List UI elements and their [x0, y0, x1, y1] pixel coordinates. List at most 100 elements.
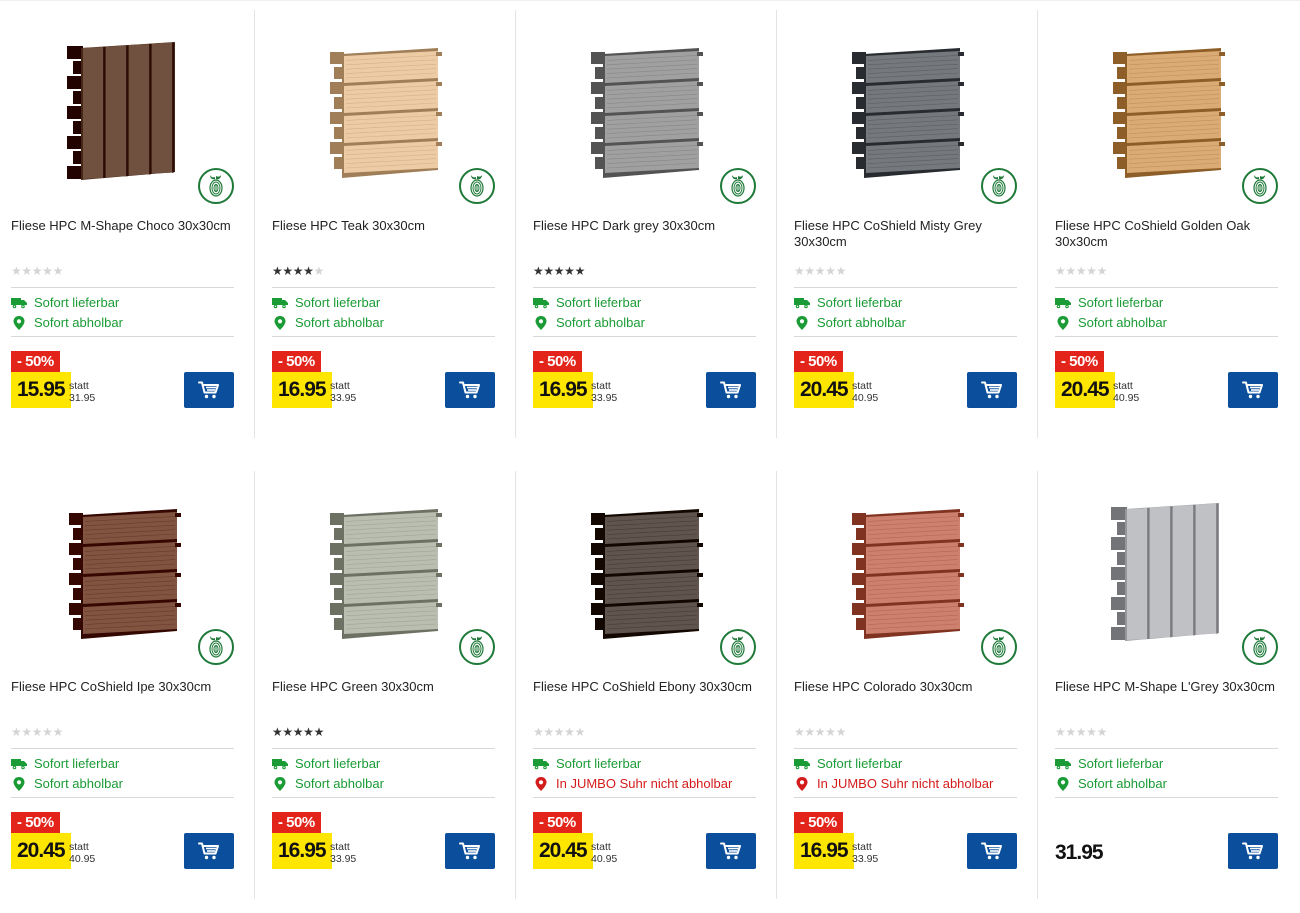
delivery-text: Sofort lieferbar: [817, 295, 903, 310]
sale-price: 16.95: [272, 833, 332, 869]
product-card[interactable]: Fliese HPC CoShield Ebony 30x30cm ★★★★★ So…: [533, 461, 756, 881]
star-icon: ★: [814, 725, 826, 739]
product-title[interactable]: Fliese HPC M-Shape Choco 30x30cm: [11, 218, 234, 234]
star-icon: ★: [1075, 725, 1087, 739]
old-price-block: statt 33.95: [330, 380, 356, 404]
sale-price: 16.95: [533, 372, 593, 408]
star-icon: ★: [1096, 725, 1108, 739]
sale-price: 15.95: [11, 372, 71, 408]
product-title[interactable]: Fliese HPC CoShield Ebony 30x30cm: [533, 679, 756, 695]
truck-icon: [272, 296, 288, 310]
add-to-cart-button[interactable]: [184, 833, 234, 869]
statt-label: statt: [330, 380, 350, 392]
truck-icon: [11, 757, 27, 771]
map-pin-icon: [272, 316, 288, 330]
product-title[interactable]: Fliese HPC CoShield Golden Oak 30x30cm: [1055, 218, 1278, 250]
old-price-block: statt 40.95: [1113, 380, 1139, 404]
product-title[interactable]: Fliese HPC Teak 30x30cm: [272, 218, 495, 234]
delivery-text: Sofort lieferbar: [34, 756, 120, 771]
eco-badge-icon: [198, 168, 234, 204]
product-card[interactable]: Fliese HPC CoShield Ipe 30x30cm ★★★★★ Sofo…: [11, 461, 234, 881]
rating-stars: ★★★★★: [794, 726, 846, 738]
divider: [533, 287, 756, 288]
sale-price: 20.45: [1055, 372, 1115, 408]
add-to-cart-button[interactable]: [184, 372, 234, 408]
add-to-cart-button[interactable]: [1228, 372, 1278, 408]
delivery-status: Sofort lieferbar: [11, 294, 234, 312]
old-price-block: statt 40.95: [852, 380, 878, 404]
old-price: 40.95: [852, 392, 879, 404]
add-to-cart-button[interactable]: [706, 833, 756, 869]
statt-label: statt: [852, 841, 872, 853]
truck-icon: [1055, 757, 1071, 771]
old-price: 40.95: [591, 853, 618, 865]
star-icon: ★: [292, 725, 304, 739]
shopping-cart-icon: [198, 842, 220, 860]
product-title[interactable]: Fliese HPC Colorado 30x30cm: [794, 679, 1017, 695]
star-icon: ★: [574, 264, 586, 278]
map-pin-icon: [11, 316, 27, 330]
pickup-text: Sofort abholbar: [1078, 776, 1167, 791]
star-icon: ★: [1086, 725, 1097, 739]
add-to-cart-button[interactable]: [967, 372, 1017, 408]
price: 31.95: [1055, 841, 1104, 864]
star-icon: ★: [303, 264, 314, 278]
delivery-status: Sofort lieferbar: [11, 755, 234, 773]
divider: [1055, 797, 1278, 798]
star-icon: ★: [42, 725, 53, 739]
truck-icon: [11, 296, 27, 310]
star-icon: ★: [282, 725, 294, 739]
pickup-text: Sofort abholbar: [34, 315, 123, 330]
product-title[interactable]: Fliese HPC Dark grey 30x30cm: [533, 218, 756, 234]
add-to-cart-button[interactable]: [1228, 833, 1278, 869]
product-title[interactable]: Fliese HPC CoShield Ipe 30x30cm: [11, 679, 234, 695]
divider: [794, 748, 1017, 749]
product-card[interactable]: Fliese HPC Colorado 30x30cm ★★★★★ Sofort l…: [794, 461, 1017, 881]
shopping-cart-icon: [720, 842, 742, 860]
star-icon: ★: [11, 725, 22, 739]
sale-price: 20.45: [11, 833, 71, 869]
delivery-text: Sofort lieferbar: [556, 756, 642, 771]
delivery-status: Sofort lieferbar: [533, 294, 756, 312]
delivery-text: Sofort lieferbar: [556, 295, 642, 310]
product-card[interactable]: Fliese HPC Teak 30x30cm ★★★★★ Sofort liefe…: [272, 0, 495, 420]
pickup-text: Sofort abholbar: [556, 315, 645, 330]
product-card[interactable]: Fliese HPC M-Shape Choco 30x30cm ★★★★★ Sof…: [11, 0, 234, 420]
old-price: 33.95: [591, 392, 618, 404]
divider: [11, 336, 234, 337]
product-title[interactable]: Fliese HPC M-Shape L'Grey 30x30cm: [1055, 679, 1278, 695]
star-icon: ★: [282, 264, 294, 278]
column-divider: [1037, 471, 1038, 899]
eco-badge-icon: [1242, 168, 1278, 204]
delivery-status: Sofort lieferbar: [1055, 755, 1278, 773]
statt-label: statt: [69, 841, 89, 853]
delivery-text: Sofort lieferbar: [34, 295, 120, 310]
add-to-cart-button[interactable]: [445, 372, 495, 408]
product-card[interactable]: Fliese HPC Green 30x30cm ★★★★★ Sofort lief…: [272, 461, 495, 881]
pickup-status: Sofort abholbar: [272, 314, 495, 332]
old-price-block: statt 31.95: [69, 380, 95, 404]
product-card[interactable]: Fliese HPC Dark grey 30x30cm ★★★★★ Sofort …: [533, 0, 756, 420]
column-divider: [776, 471, 777, 899]
product-card[interactable]: Fliese HPC CoShield Golden Oak 30x30cm ★★…: [1055, 0, 1278, 420]
delivery-status: Sofort lieferbar: [794, 294, 1017, 312]
divider: [533, 797, 756, 798]
product-title[interactable]: Fliese HPC CoShield Misty Grey 30x30cm: [794, 218, 1017, 250]
add-to-cart-button[interactable]: [445, 833, 495, 869]
column-divider: [254, 471, 255, 899]
pickup-text: Sofort abholbar: [295, 776, 384, 791]
product-card[interactable]: Fliese HPC CoShield Misty Grey 30x30cm ★★…: [794, 0, 1017, 420]
product-title[interactable]: Fliese HPC Green 30x30cm: [272, 679, 495, 695]
add-to-cart-button[interactable]: [967, 833, 1017, 869]
truck-icon: [794, 757, 810, 771]
shopping-cart-icon: [720, 381, 742, 399]
old-price: 31.95: [69, 392, 96, 404]
pickup-text: Sofort abholbar: [295, 315, 384, 330]
column-divider: [515, 471, 516, 899]
star-icon: ★: [553, 725, 565, 739]
product-card[interactable]: Fliese HPC M-Shape L'Grey 30x30cm ★★★★★ So…: [1055, 461, 1278, 881]
delivery-text: Sofort lieferbar: [295, 295, 381, 310]
divider: [272, 336, 495, 337]
add-to-cart-button[interactable]: [706, 372, 756, 408]
star-icon: ★: [272, 725, 283, 739]
